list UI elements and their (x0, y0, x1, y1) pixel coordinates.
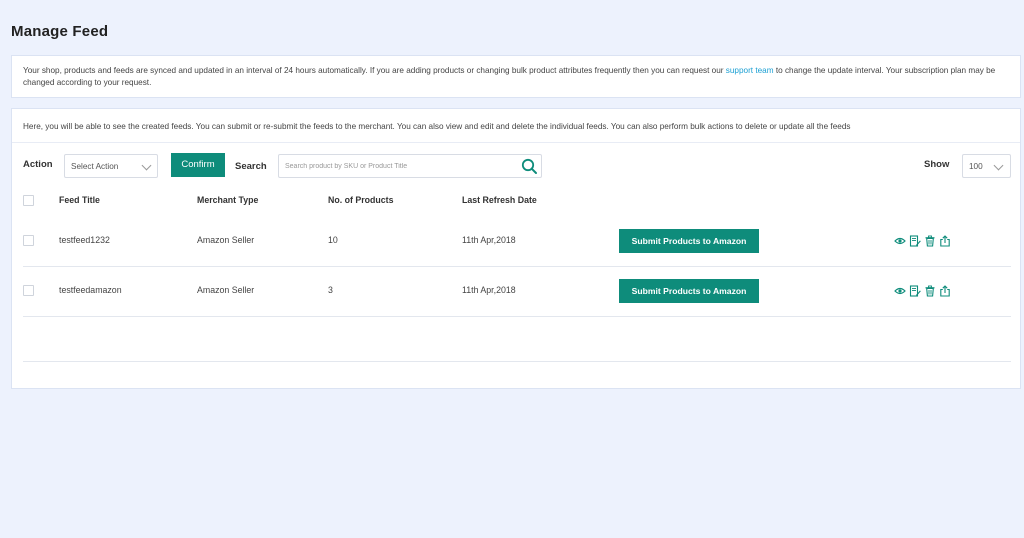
header-last-refresh-date: Last Refresh Date (462, 195, 537, 205)
chevron-down-icon (141, 160, 152, 171)
page-title: Manage Feed (11, 23, 109, 40)
confirm-button[interactable]: Confirm (171, 153, 225, 177)
trash-icon[interactable] (924, 235, 936, 247)
support-team-link[interactable]: support team (726, 66, 774, 75)
row-divider (23, 316, 1011, 317)
eye-icon[interactable] (894, 235, 906, 247)
submit-products-button[interactable]: Submit Products to Amazon (619, 279, 759, 303)
products-count-cell: 10 (328, 235, 338, 245)
panel-divider (12, 142, 1020, 143)
info-notice: Your shop, products and feeds are synced… (11, 55, 1021, 98)
table-footer-divider (23, 361, 1011, 362)
edit-icon[interactable] (909, 235, 921, 247)
search-label: Search (235, 161, 267, 172)
search-input[interactable] (285, 159, 505, 173)
trash-icon[interactable] (924, 285, 936, 297)
feed-title-cell: testfeedamazon (59, 285, 122, 295)
upload-icon[interactable] (939, 235, 951, 247)
action-label: Action (23, 159, 53, 170)
chevron-down-icon (993, 160, 1004, 171)
row-checkbox[interactable] (23, 285, 34, 296)
header-no-of-products: No. of Products (328, 195, 394, 205)
refresh-date-cell: 11th Apr,2018 (462, 285, 516, 295)
show-select-value: 100 (969, 162, 983, 171)
info-text-before: Your shop, products and feeds are synced… (23, 66, 726, 75)
feed-title-cell: testfeed1232 (59, 235, 110, 245)
merchant-type-cell: Amazon Seller (197, 235, 255, 245)
search-icon[interactable] (521, 158, 538, 175)
merchant-type-cell: Amazon Seller (197, 285, 255, 295)
search-field[interactable] (278, 154, 542, 178)
show-select[interactable]: 100 (962, 154, 1011, 178)
action-select[interactable]: Select Action (64, 154, 158, 178)
edit-icon[interactable] (909, 285, 921, 297)
header-feed-title: Feed Title (59, 195, 100, 205)
eye-icon[interactable] (894, 285, 906, 297)
submit-products-button[interactable]: Submit Products to Amazon (619, 229, 759, 253)
feed-panel: Here, you will be able to see the create… (11, 108, 1021, 389)
refresh-date-cell: 11th Apr,2018 (462, 235, 516, 245)
products-count-cell: 3 (328, 285, 333, 295)
upload-icon[interactable] (939, 285, 951, 297)
action-select-value: Select Action (71, 162, 119, 171)
row-divider (23, 266, 1011, 267)
row-checkbox[interactable] (23, 235, 34, 246)
header-merchant-type: Merchant Type (197, 195, 259, 205)
show-label: Show (924, 159, 950, 170)
select-all-checkbox[interactable] (23, 195, 34, 206)
panel-description: Here, you will be able to see the create… (23, 122, 851, 131)
